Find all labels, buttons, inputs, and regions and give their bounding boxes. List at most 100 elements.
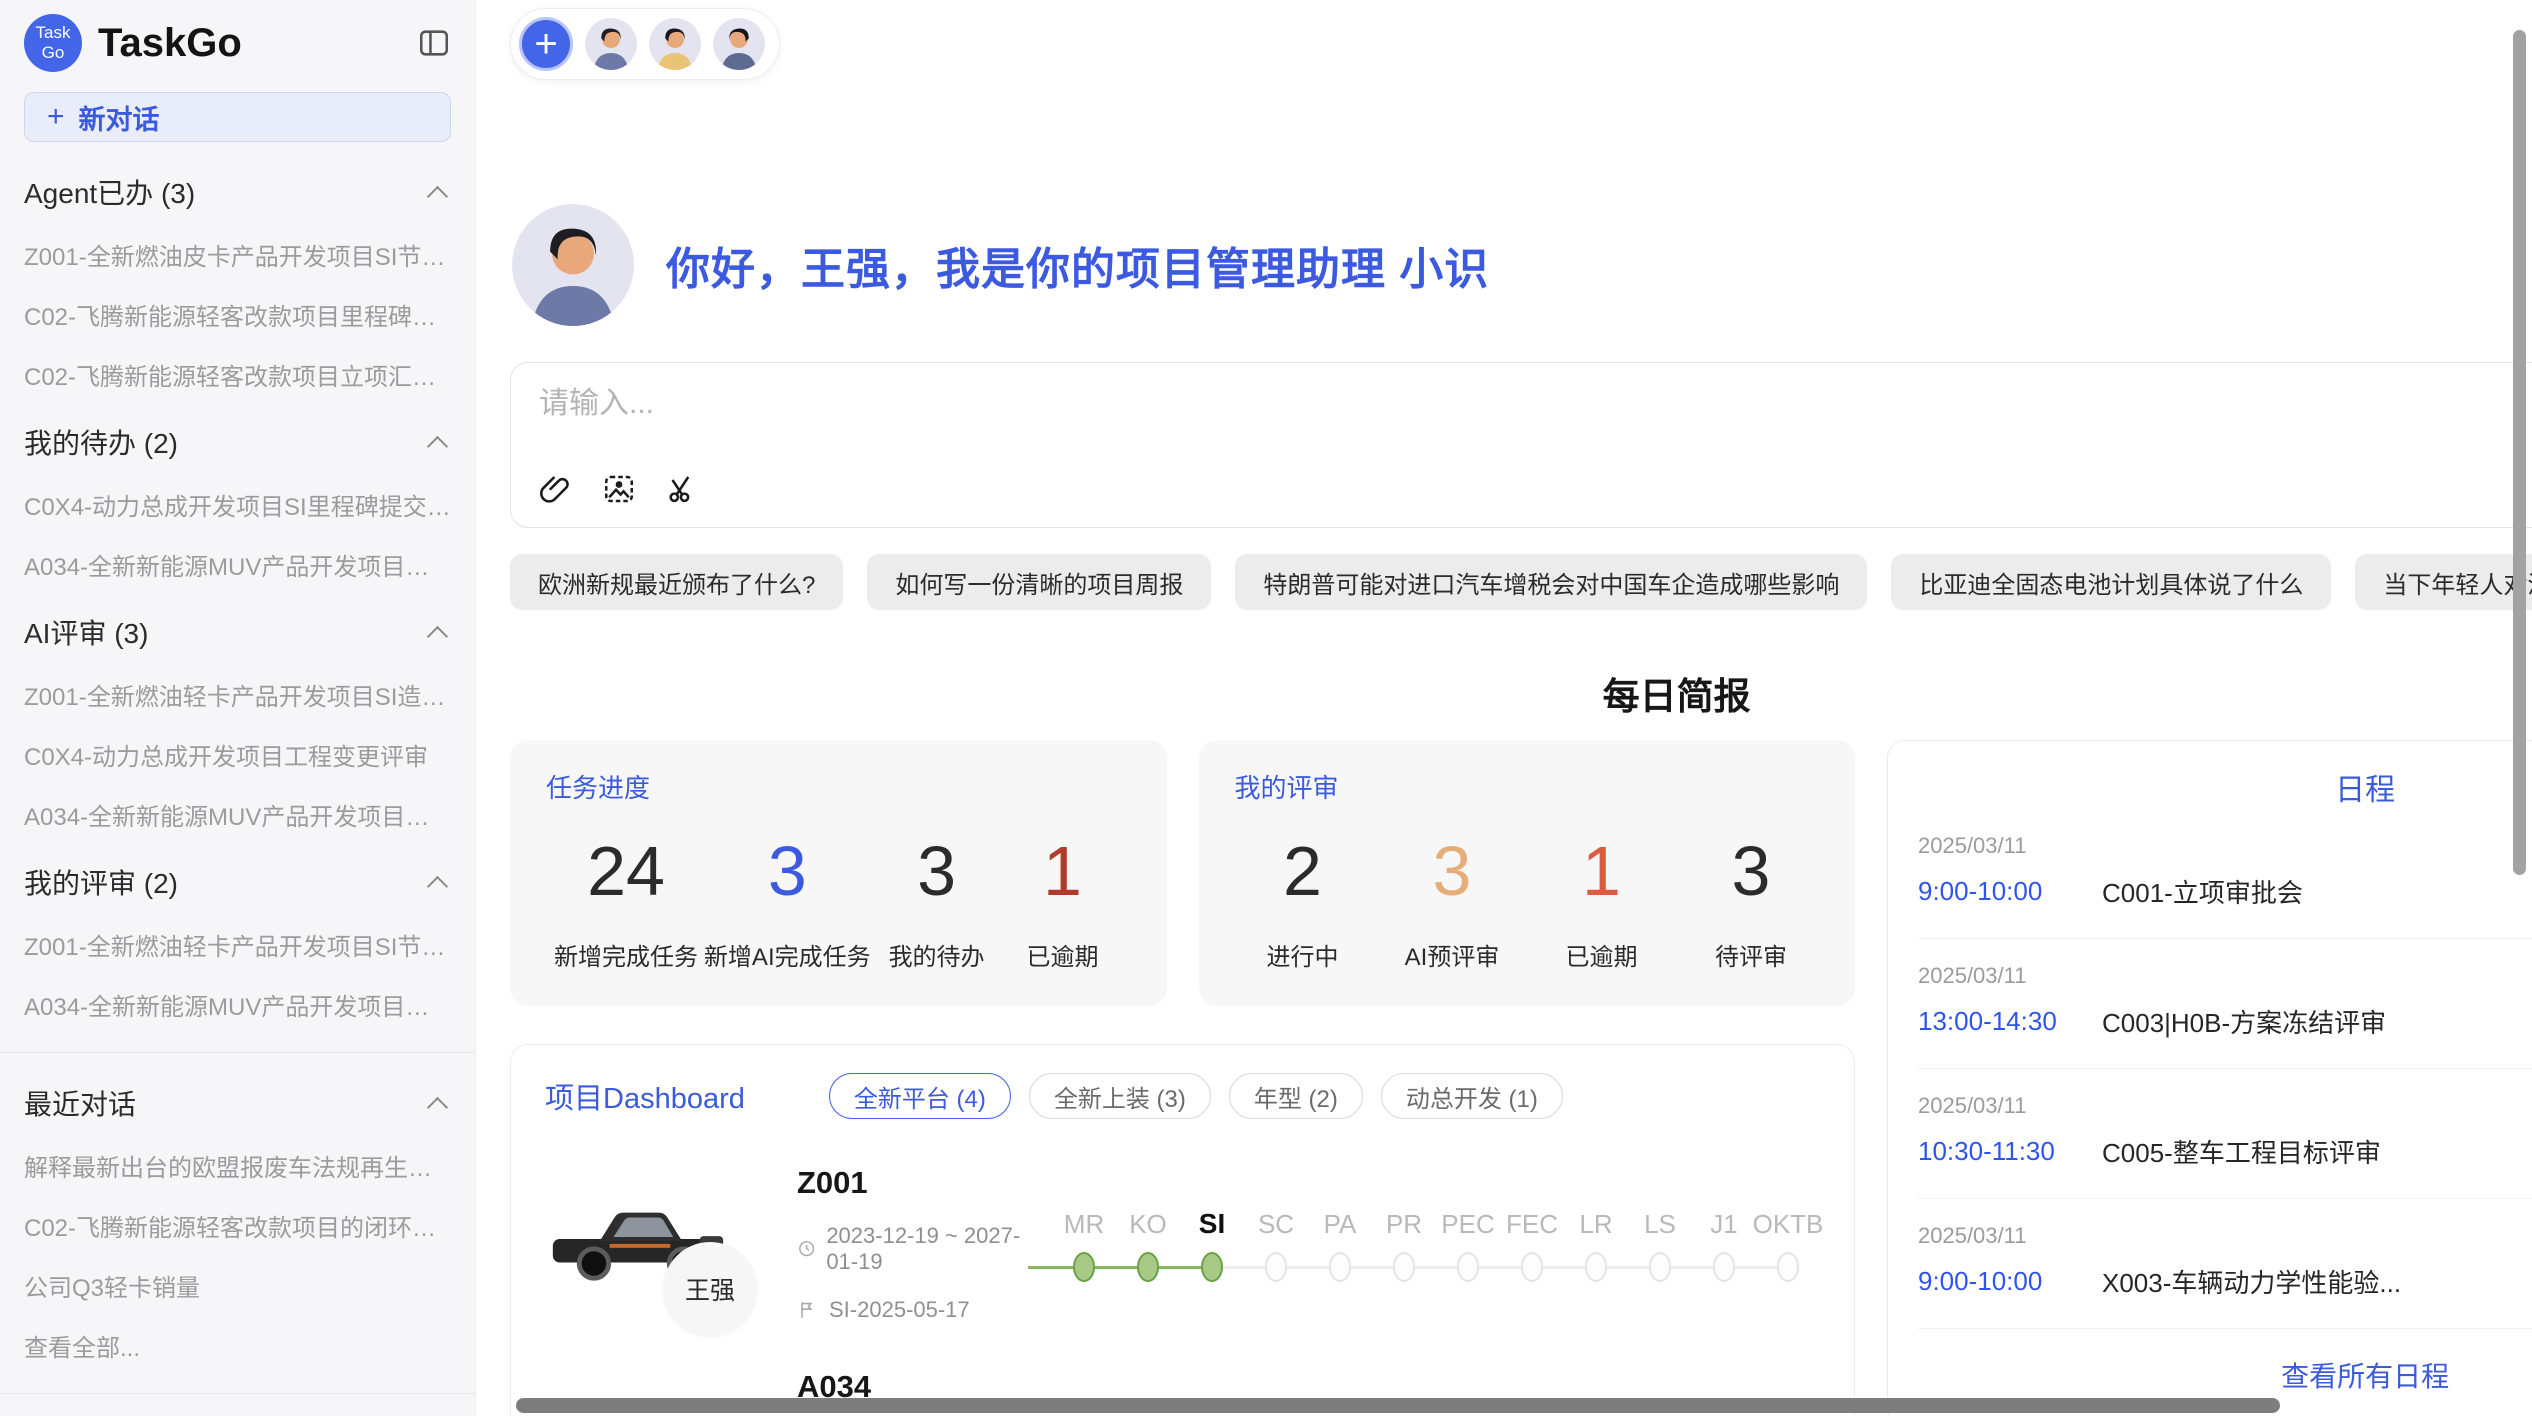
- sidebar-section-header[interactable]: AI评审 (3): [24, 612, 451, 652]
- milestone-label: LS: [1644, 1206, 1676, 1252]
- milestone-dot[interactable]: [1649, 1252, 1671, 1282]
- milestone-dot[interactable]: [1521, 1252, 1543, 1282]
- dashboard-filter[interactable]: 年型 (2): [1229, 1073, 1363, 1119]
- milestone-label: LR: [1579, 1206, 1612, 1252]
- stat: 3 AI预评审: [1392, 831, 1512, 972]
- event-date: 2025/03/11: [1918, 1093, 2532, 1119]
- sidebar-task-item[interactable]: A034-全新新能源MUV产品开发项目法规符合性评审: [24, 797, 451, 832]
- agent-avatar-3[interactable]: [713, 18, 765, 70]
- sidebar-task-item[interactable]: Z001-全新燃油轻卡产品开发项目SI造型提交物评审: [24, 677, 451, 712]
- clock-icon: [797, 1238, 816, 1260]
- milestone-label: PA: [1324, 1206, 1357, 1252]
- milestone-dot[interactable]: [1393, 1252, 1415, 1282]
- milestone: KO: [1116, 1206, 1180, 1282]
- vertical-scrollbar[interactable]: [2513, 30, 2526, 875]
- suggestion-chip[interactable]: 特朗普可能对进口汽车增税会对中国车企造成哪些影响: [1235, 554, 1867, 610]
- chevron-up-icon[interactable]: [427, 435, 448, 456]
- milestone-dot[interactable]: [1329, 1252, 1351, 1282]
- sidebar-header: Task Go TaskGo: [24, 14, 451, 72]
- suggestion-chip[interactable]: 比亚迪全固态电池计划具体说了什么: [1891, 554, 2331, 610]
- sidebar-recent-section: 最近对话 解释最新出台的欧盟报废车法规再生塑料比例被调至15%... C02-飞腾…: [24, 1083, 451, 1363]
- stat-label: AI预评审: [1405, 937, 1500, 972]
- horizontal-scrollbar[interactable]: [516, 1398, 2280, 1413]
- stat-label: 进行中: [1267, 937, 1339, 972]
- sidebar-task-item[interactable]: Z001-全新燃油皮卡产品开发项目SI节点Lesson Learn报告: [24, 237, 451, 272]
- event-row: 13:00-14:30 C003|H0B-方案冻结评审 加入: [1918, 1003, 2532, 1040]
- suggestion-chip[interactable]: 如何写一份清晰的项目周报: [867, 554, 1211, 610]
- sidebar-section: AI评审 (3) Z001-全新燃油轻卡产品开发项目SI造型提交物评审 C0X4-…: [24, 612, 451, 832]
- chevron-up-icon[interactable]: [427, 875, 448, 896]
- recent-conversation-item[interactable]: C02-飞腾新能源轻客改款项目的闭环通告反馈情况: [24, 1208, 451, 1243]
- stat-label: 我的待办: [889, 937, 985, 972]
- project-thumbnail: 王强: [545, 1184, 731, 1304]
- event-name: C001-立项审批会: [2086, 873, 2532, 910]
- app-title: TaskGo: [98, 21, 242, 66]
- milestone-dot[interactable]: [1713, 1252, 1735, 1282]
- recent-header[interactable]: 最近对话: [24, 1083, 451, 1123]
- sidebar-section-header[interactable]: 我的评审 (2): [24, 862, 451, 902]
- milestone-dot[interactable]: [1073, 1252, 1095, 1282]
- recent-conversation-item[interactable]: 解释最新出台的欧盟报废车法规再生塑料比例被调至15%...: [24, 1148, 451, 1183]
- sidebar-section: 我的待办 (2) C0X4-动力总成开发项目SI里程碑提交物检查 A034-全新新…: [24, 422, 451, 582]
- event-name: C003|H0B-方案冻结评审: [2086, 1003, 2532, 1040]
- stat-cards: 任务进度 24 新增完成任务 3 新增AI完成任务 3 我的待办 1 已逾期: [510, 740, 1855, 1006]
- sidebar-section-header[interactable]: 我的待办 (2): [24, 422, 451, 462]
- sidebar-task-item[interactable]: C0X4-动力总成开发项目SI里程碑提交物检查: [24, 487, 451, 522]
- project-row[interactable]: 王强 Z001 2023-12-19 ~ 2027-01-19 SI-2025-…: [545, 1165, 1820, 1323]
- schedule-event: 2025/03/11 9:00-10:00 X003-车辆动力学性能验... 加…: [1918, 1199, 2532, 1329]
- add-agent-button[interactable]: +: [519, 17, 573, 71]
- chevron-up-icon[interactable]: [427, 185, 448, 206]
- paperclip-icon[interactable]: [537, 471, 573, 507]
- chevron-up-icon[interactable]: [427, 625, 448, 646]
- right-rail: 日程 2025/03/11 9:00-10:00 C001-立项审批会 加入 2…: [1887, 740, 2532, 1416]
- topbar: + 王强: [510, 8, 2532, 80]
- sidebar-task-item[interactable]: C0X4-动力总成开发项目工程变更评审: [24, 737, 451, 772]
- stat-value: 3: [768, 831, 807, 911]
- event-row: 10:30-11:30 C005-整车工程目标评审 加入: [1918, 1133, 2532, 1170]
- dashboard-filter[interactable]: 全新上装 (3): [1029, 1073, 1211, 1119]
- sidebar-task-item[interactable]: A034-全新新能源MUV产品开发项目计划变更表编写: [24, 547, 451, 582]
- milestone-label: J1: [1710, 1206, 1737, 1252]
- collapse-sidebar-icon[interactable]: [417, 26, 451, 60]
- suggestion-chip[interactable]: 当下年轻人对汽车外观有怎样的喜好趋势: [2355, 554, 2532, 610]
- chevron-up-icon[interactable]: [427, 1096, 448, 1117]
- agent-avatar-2[interactable]: [649, 18, 701, 70]
- sidebar-task-item[interactable]: C02-飞腾新能源轻客改款项目立项汇报方案: [24, 357, 451, 392]
- sidebar-task-item[interactable]: C02-飞腾新能源轻客改款项目里程碑画布: [24, 297, 451, 332]
- dashboard-filter[interactable]: 动总开发 (1): [1381, 1073, 1563, 1119]
- milestone: LS: [1628, 1206, 1692, 1282]
- milestone-dot[interactable]: [1585, 1252, 1607, 1282]
- stat: 1 已逾期: [1542, 831, 1662, 972]
- view-all-conversations-link[interactable]: 查看全部...: [24, 1328, 451, 1363]
- milestone-dot[interactable]: [1777, 1252, 1799, 1282]
- stat-value: 1: [1582, 831, 1621, 911]
- stat-card-title: 任务进度: [546, 768, 1131, 805]
- app-window: Task Go TaskGo + 新对话 Agent已办 (3) Z001-全新…: [0, 0, 2532, 1416]
- suggestion-chip[interactable]: 欧洲新规最近颁布了什么?: [510, 554, 843, 610]
- milestone-dot[interactable]: [1265, 1252, 1287, 1282]
- stat-label: 待评审: [1715, 937, 1787, 972]
- agent-avatar-pill: +: [510, 8, 780, 80]
- milestone-dot[interactable]: [1457, 1252, 1479, 1282]
- dashboard-filter[interactable]: 全新平台 (4): [829, 1073, 1011, 1119]
- agent-avatar-1[interactable]: [585, 18, 637, 70]
- sidebar-task-item[interactable]: Z001-全新燃油轻卡产品开发项目SI节点属性5D文件评审: [24, 927, 451, 962]
- scissors-icon[interactable]: [665, 471, 701, 507]
- message-input[interactable]: [539, 387, 2171, 421]
- stat-value: 3: [1732, 831, 1771, 911]
- greeting-text: 你好，王强，我是你的项目管理助理 小识: [666, 233, 1489, 297]
- sidebar-section: Agent已办 (3) Z001-全新燃油皮卡产品开发项目SI节点Lesson …: [24, 172, 451, 392]
- sidebar-section-header[interactable]: Agent已办 (3): [24, 172, 451, 212]
- stat: 1 已逾期: [1003, 831, 1123, 972]
- schedule-events: 2025/03/11 9:00-10:00 C001-立项审批会 加入 2025…: [1888, 809, 2532, 1329]
- milestone-track: MR KO SI SC PA PR PEC FEC: [1052, 1206, 1820, 1282]
- project-owner-badge: 王强: [663, 1242, 757, 1336]
- stat-value: 3: [1433, 831, 1472, 911]
- stat-card-title: 我的评审: [1235, 768, 1820, 805]
- recent-conversation-item[interactable]: 公司Q3轻卡销量: [24, 1268, 451, 1303]
- milestone-dot[interactable]: [1201, 1252, 1223, 1282]
- image-icon[interactable]: [601, 471, 637, 507]
- sidebar-task-item[interactable]: A034-全新新能源MUV产品开发项目造型可行性评审: [24, 987, 451, 1022]
- new-chat-button[interactable]: + 新对话: [24, 92, 451, 142]
- milestone-dot[interactable]: [1137, 1252, 1159, 1282]
